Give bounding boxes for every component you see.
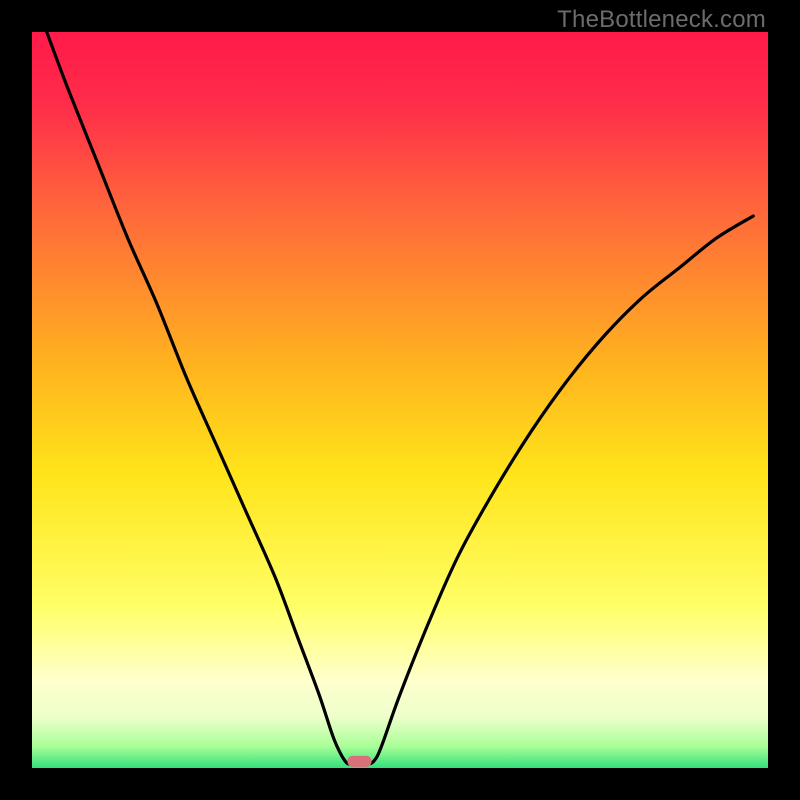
- chart-svg: [32, 32, 768, 768]
- optimal-marker: [348, 756, 372, 767]
- watermark-text: TheBottleneck.com: [557, 6, 766, 34]
- chart-background: [32, 32, 768, 768]
- chart-plot-area: [32, 32, 768, 768]
